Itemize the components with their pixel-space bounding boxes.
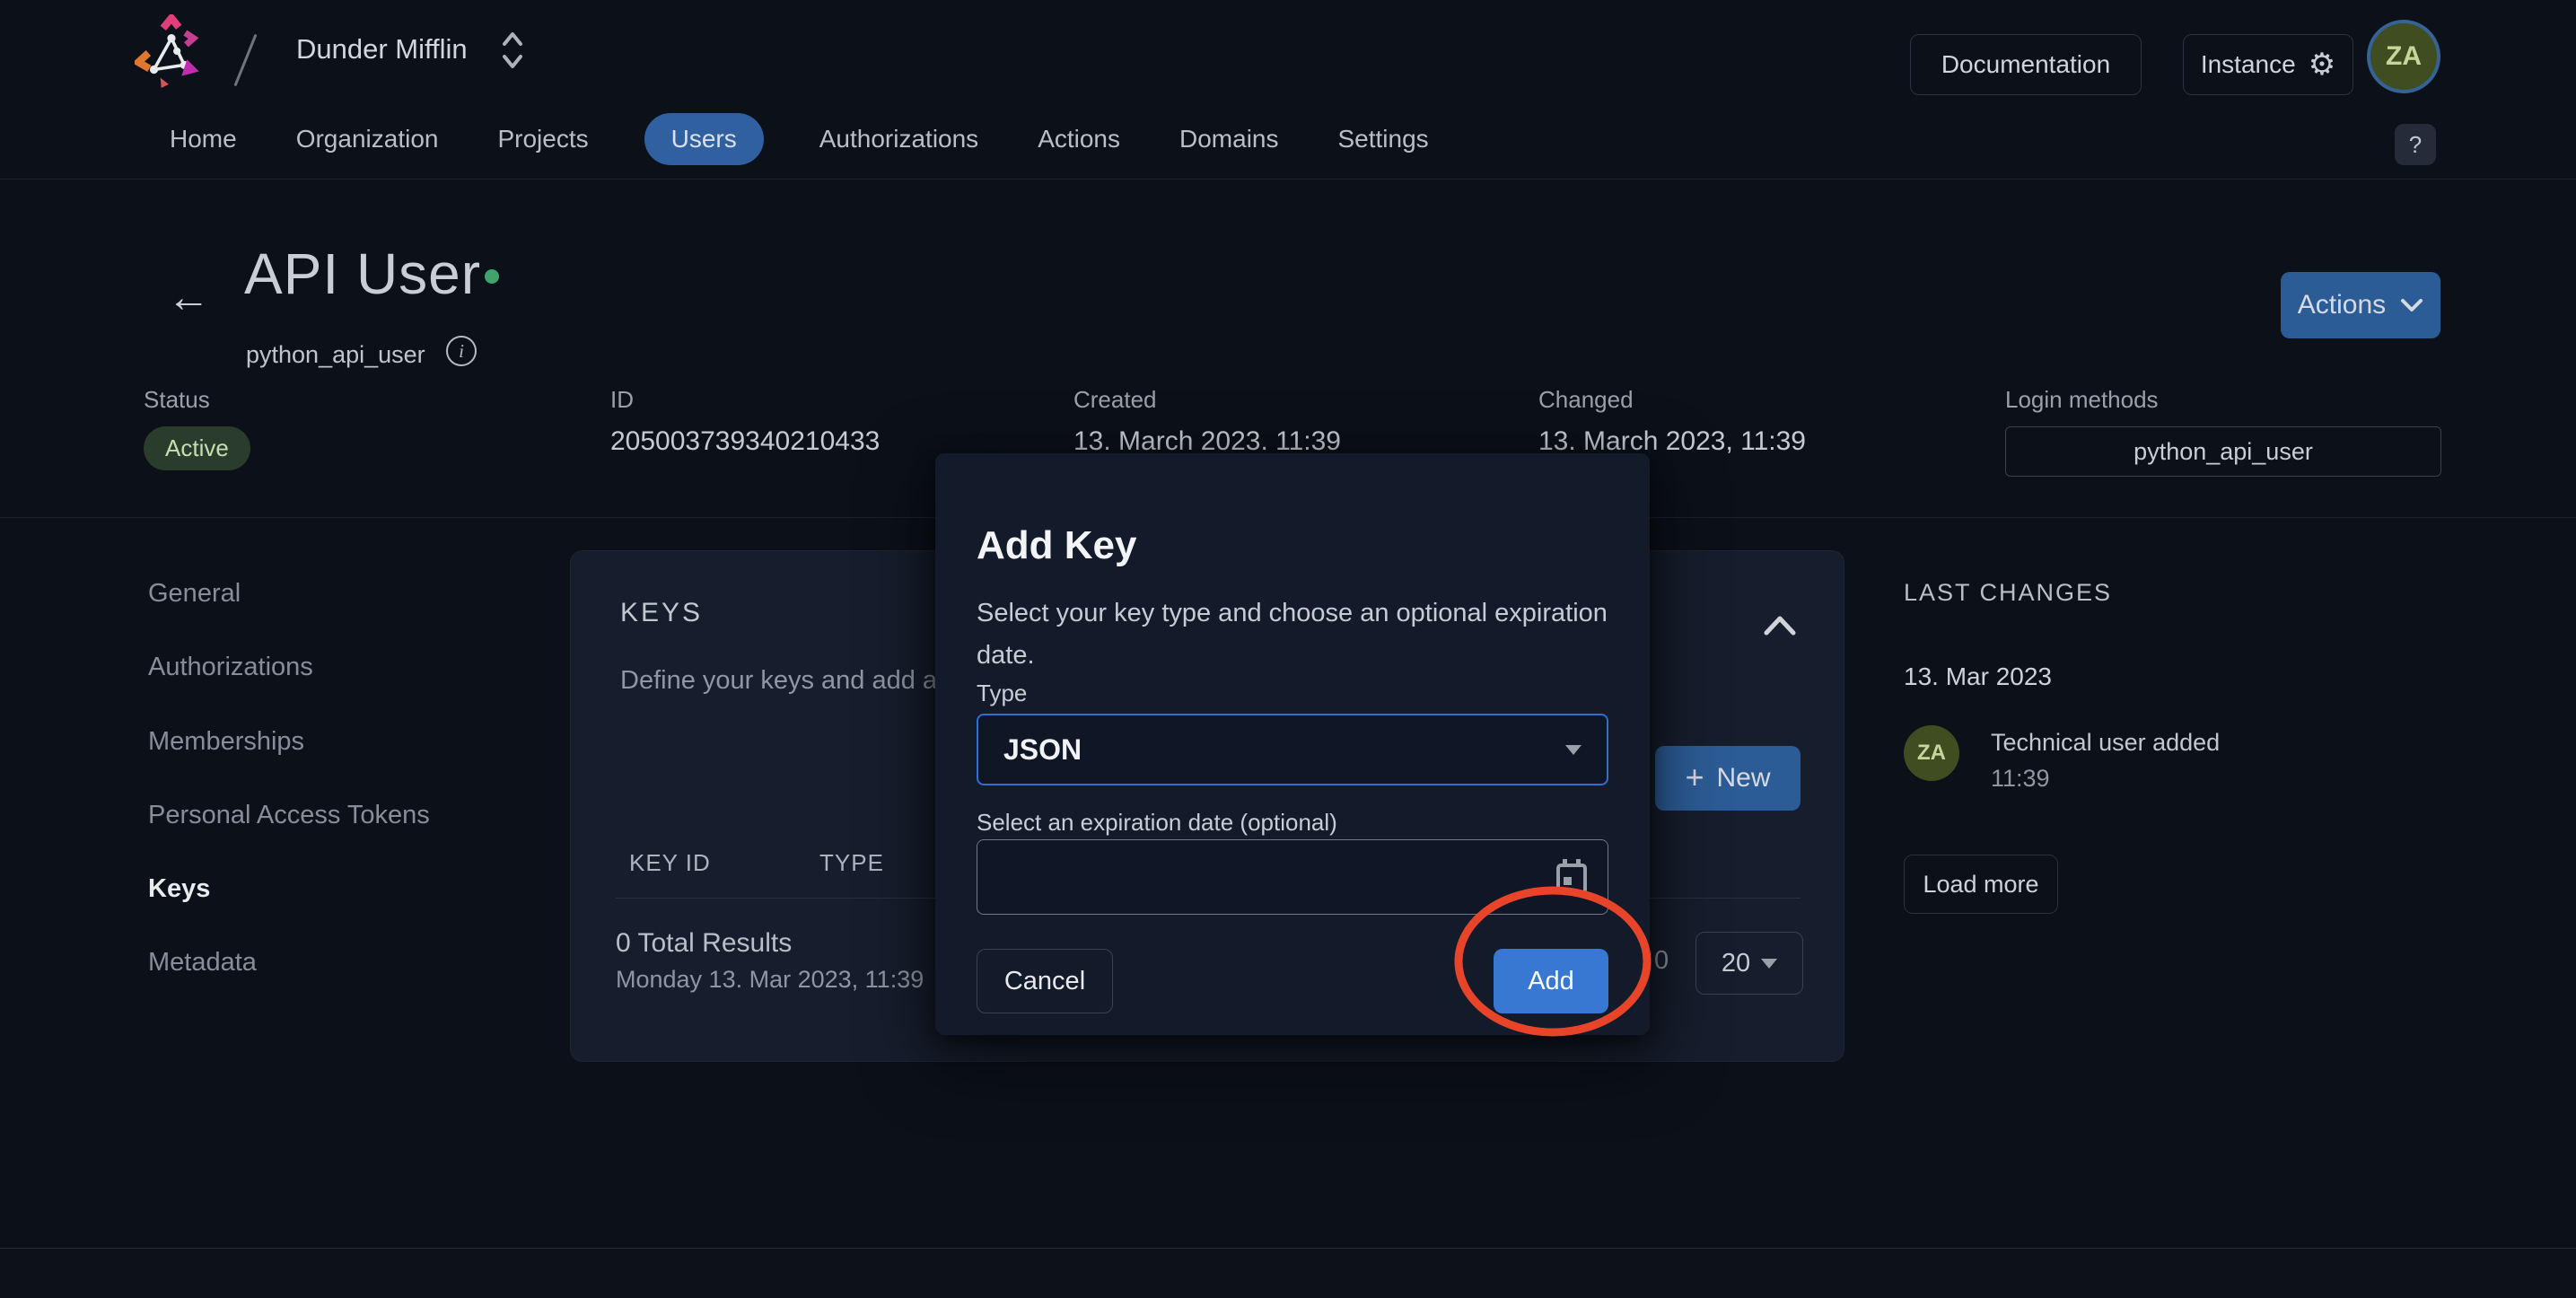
load-more-button[interactable]: Load more [1904,855,2058,914]
changed-label: Changed [1538,386,1634,413]
last-changes-title: LAST CHANGES [1904,579,2113,606]
active-status-dot [485,269,499,284]
new-key-button[interactable]: + New [1655,746,1801,811]
help-label: ? [2408,130,2423,158]
pagination-count: 0 [1654,946,1669,975]
change-time: 11:39 [1991,765,2050,792]
user-avatar[interactable]: ZA [2367,20,2440,93]
id-value: 205003739340210433 [610,426,881,456]
info-icon[interactable]: i [446,336,477,366]
cancel-button[interactable]: Cancel [977,949,1113,1013]
login-methods-label: Login methods [2005,386,2159,413]
calendar-icon[interactable] [1555,859,1588,895]
tab-organization[interactable]: Organization [293,113,442,165]
column-header-type: TYPE [819,849,884,876]
main-nav: Home Organization Projects Users Authori… [0,99,2576,180]
instance-button[interactable]: Instance ⚙ [2183,34,2353,95]
gear-icon: ⚙ [2308,48,2336,82]
key-type-select[interactable]: JSON [977,714,1608,785]
tab-authorizations[interactable]: Authorizations [816,113,982,165]
login-method-chip[interactable]: python_api_user [2005,426,2441,477]
help-button[interactable]: ? [2395,124,2436,165]
dialog-description: Select your key type and choose an optio… [977,599,1608,670]
change-avatar: ZA [1904,725,1959,781]
expiration-label: Select an expiration date (optional) [977,809,1337,836]
top-bar: Dunder Mifflin Documentation Instance ⚙ … [0,0,2576,99]
last-changes-date: 13. Mar 2023 [1904,662,2052,690]
tab-home[interactable]: Home [166,113,241,165]
tab-users[interactable]: Users [644,112,764,165]
actions-dropdown-button[interactable]: Actions [2281,272,2440,338]
created-value: 13. March 2023. 11:39 [1073,426,1341,456]
keys-panel-title: KEYS [620,598,704,627]
breadcrumb-slash [233,33,258,87]
page-title: API User [244,241,482,306]
plus-icon: + [1685,758,1704,795]
app-screen: Dunder Mifflin Documentation Instance ⚙ … [0,0,2576,1298]
sidebar-item-authorizations[interactable]: Authorizations [148,653,313,682]
org-unfold-icon[interactable] [499,30,526,71]
page-size-value: 20 [1721,948,1751,978]
back-button[interactable]: ← [167,276,210,320]
status-label: Status [144,386,210,413]
change-event: Technical user added [1991,729,2221,756]
page-size-select[interactable]: 20 [1695,932,1803,995]
zitadel-logo-icon[interactable] [135,14,208,88]
actions-label: Actions [2297,290,2387,320]
org-switcher[interactable]: Dunder Mifflin [296,0,468,99]
username-subtitle: python_api_user [246,341,425,368]
expiration-date-field [977,839,1608,915]
instance-label: Instance [2200,50,2296,78]
chevron-down-icon [1565,744,1582,755]
column-header-key-id: KEY ID [629,849,711,876]
collapse-panel-icon[interactable] [1762,614,1798,637]
change-avatar-initials: ZA [1917,741,1946,765]
field-login-methods: Login methods python_api_user [2005,386,2441,477]
dialog-title: Add Key [977,523,1137,567]
chevron-down-icon [2401,299,2423,311]
type-label: Type [977,680,1028,706]
total-results: 0 Total Results [616,928,793,958]
avatar-initials: ZA [2386,41,2422,71]
chevron-down-icon [1761,958,1778,969]
tab-domains[interactable]: Domains [1176,113,1282,165]
field-status: Status Active [144,386,250,470]
documentation-label: Documentation [1941,50,2111,78]
new-key-label: New [1716,763,1771,793]
created-label: Created [1073,386,1157,413]
expiration-date-input[interactable] [997,861,1555,893]
sidebar-item-general[interactable]: General [148,579,241,609]
tab-actions[interactable]: Actions [1034,113,1124,165]
sidebar-item-keys[interactable]: Keys [148,874,210,904]
id-label: ID [610,386,634,413]
add-key-dialog: Add Key Select your key type and choose … [935,453,1650,1035]
field-changed: Changed 13. March 2023, 11:39 [1538,386,1806,457]
status-badge: Active [144,426,250,470]
results-timestamp: Monday 13. Mar 2023, 11:39 [616,966,924,993]
tab-projects[interactable]: Projects [494,113,591,165]
footer-band [0,1249,2576,1298]
field-created: Created 13. March 2023. 11:39 [1073,386,1341,457]
tab-settings[interactable]: Settings [1335,113,1433,165]
sidebar-item-metadata[interactable]: Metadata [148,948,257,978]
sidebar-item-memberships[interactable]: Memberships [148,727,304,757]
sidebar-item-personal-access-tokens[interactable]: Personal Access Tokens [148,801,430,830]
add-button[interactable]: Add [1494,949,1608,1013]
documentation-button[interactable]: Documentation [1910,34,2142,95]
key-type-value: JSON [1003,732,1082,766]
changed-value: 13. March 2023, 11:39 [1538,426,1806,456]
field-id: ID 205003739340210433 [610,386,880,457]
